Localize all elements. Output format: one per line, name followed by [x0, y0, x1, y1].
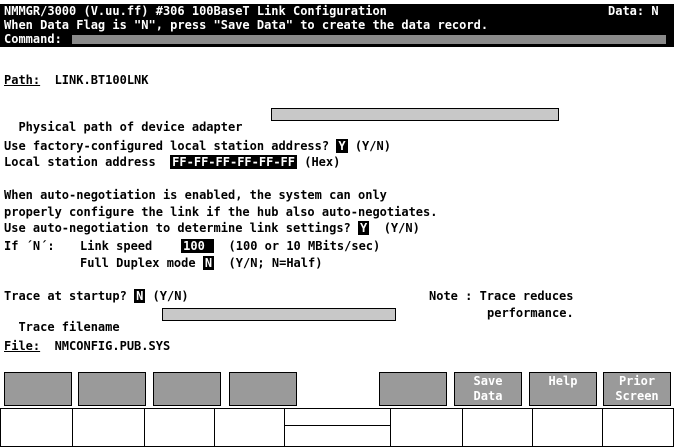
- bottom-cell: [0, 408, 74, 447]
- command-input[interactable]: [72, 35, 666, 44]
- bottom-cell: [144, 408, 216, 447]
- auto-note-line2: properly configure the link if the hub a…: [4, 205, 438, 219]
- message-text: When Data Flag is "N", press "Save Data"…: [4, 18, 489, 32]
- help-label: Help: [548, 374, 578, 388]
- local-address-hint: (Hex): [304, 155, 341, 169]
- factory-address-field[interactable]: Y: [336, 139, 348, 153]
- duplex-field[interactable]: N: [202, 256, 215, 270]
- duplex-label: Full Duplex mode: [80, 256, 196, 270]
- save-data-label-1: Save: [473, 374, 503, 388]
- bottom-cell: [462, 408, 534, 447]
- bottom-cell: [284, 425, 392, 447]
- duplex-row: Full Duplex mode N (Y/N; N=Half): [80, 256, 322, 270]
- auto-note-line1: When auto-negotiation is enabled, the sy…: [4, 188, 387, 202]
- link-speed-row: Link speed 100 (100 or 10 MBits/sec): [80, 239, 380, 253]
- link-speed-field[interactable]: 100: [181, 239, 215, 253]
- factory-address-row: Use factory-configured local station add…: [4, 139, 391, 153]
- fkey-6[interactable]: [379, 372, 447, 406]
- trace-startup-row: Trace at startup? N (Y/N): [4, 289, 189, 303]
- prior-screen-label-1: Prior: [618, 374, 656, 388]
- fkey-1[interactable]: [4, 372, 72, 406]
- screen-title: NMMGR/3000 (V.uu.ff) #306 100BaseT Link …: [4, 4, 387, 18]
- bottom-cell: [72, 408, 146, 447]
- file-label: File:: [4, 339, 41, 353]
- local-address-field[interactable]: FF-FF-FF-FF-FF-FF: [170, 155, 297, 169]
- title-bar: NMMGR/3000 (V.uu.ff) #306 100BaseT Link …: [0, 4, 674, 18]
- fkey-2[interactable]: [78, 372, 146, 406]
- fkey-4[interactable]: [229, 372, 297, 406]
- save-data-label-2: Data: [473, 389, 503, 403]
- bottom-cell: [214, 408, 286, 447]
- prior-screen-label-2: Screen: [615, 389, 659, 403]
- auto-neg-label: Use auto-negotiation to determine link s…: [4, 221, 351, 235]
- physical-path-label: Physical path of device adapter: [18, 120, 243, 134]
- physical-path-field[interactable]: [271, 108, 559, 121]
- auto-neg-hint: (Y/N): [383, 221, 420, 235]
- bottom-cell: [532, 408, 604, 447]
- help-button[interactable]: Help: [529, 372, 597, 406]
- command-label: Command:: [4, 32, 62, 46]
- save-data-button[interactable]: Save Data: [454, 372, 522, 406]
- link-speed-label: Link speed: [80, 239, 153, 253]
- duplex-hint: (Y/N; N=Half): [228, 256, 323, 270]
- trace-startup-hint: (Y/N): [152, 289, 189, 303]
- trace-startup-label: Trace at startup?: [4, 289, 127, 303]
- local-address-label: Local station address: [4, 155, 156, 169]
- trace-file-label: Trace filename: [18, 320, 120, 334]
- physical-path-row: Physical path of device adapter: [4, 106, 564, 134]
- trace-file-row: Trace filename: [4, 306, 404, 334]
- link-speed-hint: (100 or 10 MBits/sec): [228, 239, 381, 253]
- fkey-3[interactable]: [153, 372, 221, 406]
- factory-address-label: Use factory-configured local station add…: [4, 139, 330, 153]
- data-flag: Data: N: [608, 4, 659, 18]
- prior-screen-button[interactable]: Prior Screen: [603, 372, 671, 406]
- path-label: Path:: [4, 73, 41, 87]
- auto-neg-row: Use auto-negotiation to determine link s…: [4, 221, 420, 235]
- bottom-cell: [602, 408, 674, 447]
- factory-address-hint: (Y/N): [354, 139, 391, 153]
- command-bar: Command:: [0, 32, 674, 47]
- note-line2: performance.: [487, 306, 574, 320]
- auto-neg-field[interactable]: Y: [358, 221, 370, 235]
- if-n-label: If ´N´:: [4, 239, 55, 253]
- trace-file-field[interactable]: [162, 308, 396, 321]
- note-line1: Note : Trace reduces: [429, 289, 574, 303]
- trace-startup-field[interactable]: N: [134, 289, 146, 303]
- local-address-row: Local station address FF-FF-FF-FF-FF-FF …: [4, 155, 340, 169]
- bottom-cell: [390, 408, 464, 447]
- file-value: NMCONFIG.PUB.SYS: [54, 339, 171, 353]
- message-bar: When Data Flag is "N", press "Save Data"…: [0, 18, 674, 32]
- file-row: File: NMCONFIG.PUB.SYS: [4, 339, 170, 353]
- path-value: LINK.BT100LNK: [54, 73, 149, 87]
- path-row: Path: LINK.BT100LNK: [4, 73, 149, 87]
- fkey-5[interactable]: [304, 372, 372, 406]
